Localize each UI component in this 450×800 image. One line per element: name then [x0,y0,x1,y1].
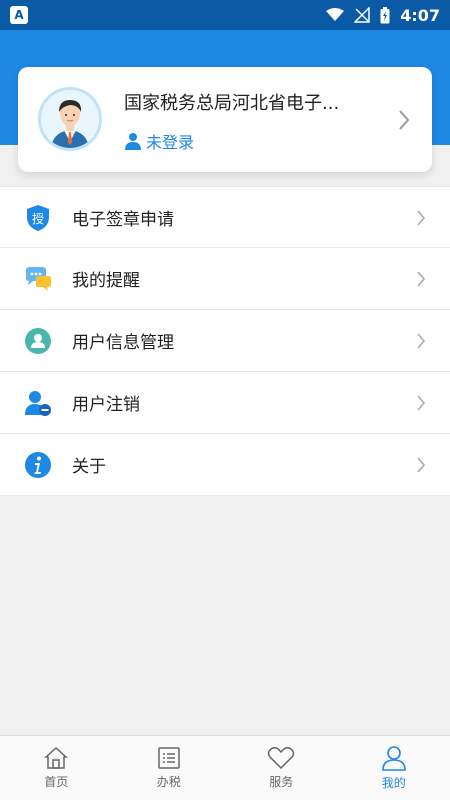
login-status-label: 未登录 [146,133,195,152]
heart-icon [268,746,295,770]
profile-card[interactable]: 国家税务总局河北省电子... 未登录 [18,67,432,172]
tab-mine[interactable]: 我的 [338,736,450,800]
battery-charging-icon [380,6,390,23]
status-bar: A 4:07 [0,0,450,30]
chevron-right-icon [417,395,426,411]
avatar [38,87,102,151]
chevron-right-icon [399,110,410,130]
tab-tax[interactable]: 办税 [113,736,226,800]
tab-label: 首页 [44,775,69,789]
wifi-icon [326,8,345,21]
clock: 4:07 [400,5,440,25]
login-status[interactable]: 未登录 [124,129,194,153]
user-remove-icon [24,389,52,417]
menu-item-label: 关于 [72,457,106,477]
bottom-tab-bar: 首页 办税 服务 我的 [0,735,450,800]
person-icon [381,746,406,771]
menu-item-label: 我的提醒 [72,271,140,291]
menu-item-label: 用户信息管理 [72,333,174,353]
menu-item-reminders[interactable]: 我的提醒 [0,248,450,310]
tab-label: 服务 [269,775,294,789]
menu-item-label: 电子签章申请 [72,209,174,230]
shield-auth-icon: 授 [24,204,52,232]
chevron-right-icon [417,457,426,473]
chevron-right-icon [417,333,426,349]
menu-item-about[interactable]: 关于 [0,434,450,496]
app-notification-icon: A [10,6,28,24]
user-info-icon [24,327,52,355]
tab-label: 我的 [381,776,406,790]
tab-service[interactable]: 服务 [225,736,338,800]
status-icons: 4:07 [326,6,440,25]
home-icon [44,746,69,769]
chevron-right-icon [417,271,426,287]
menu-item-e-signature[interactable]: 授 电子签章申请 [0,186,450,248]
profile-title: 国家税务总局河北省电子... [124,93,340,114]
tab-label: 办税 [156,775,181,789]
list-icon [158,747,180,769]
chevron-right-icon [417,210,426,226]
tab-home[interactable]: 首页 [0,736,113,800]
avatar-illustration-icon [41,90,99,148]
info-icon [24,451,52,479]
shield-badge-text: 授 [32,211,44,226]
menu-item-label: 用户注销 [72,395,140,415]
menu-list: 授 电子签章申请 我的提醒 用户信息管理 用户注销 关于 [0,186,450,496]
menu-item-deregister[interactable]: 用户注销 [0,372,450,434]
menu-item-user-info[interactable]: 用户信息管理 [0,310,450,372]
chat-bubbles-icon [24,265,52,293]
user-icon [125,133,141,150]
no-signal-icon [354,7,370,23]
